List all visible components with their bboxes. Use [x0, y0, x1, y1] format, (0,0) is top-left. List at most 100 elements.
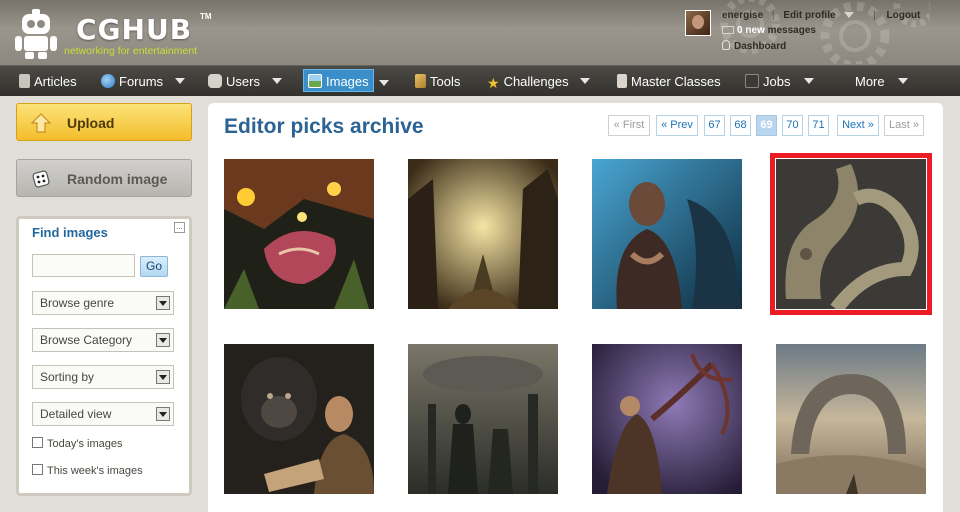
- image-thumbnail[interactable]: [592, 159, 742, 309]
- nav-master-classes[interactable]: Master Classes: [617, 70, 721, 93]
- briefcase-icon: [745, 74, 759, 88]
- random-image-button[interactable]: Random image: [16, 159, 192, 197]
- dashboard-link[interactable]: Dashboard: [722, 40, 786, 52]
- messages-link[interactable]: 0 new messages: [722, 25, 816, 36]
- image-thumbnail[interactable]: [776, 344, 926, 494]
- tools-icon: [415, 74, 426, 88]
- nav-label: Articles: [34, 74, 77, 89]
- username-link[interactable]: energise: [722, 10, 763, 21]
- chevron-down-icon[interactable]: [844, 12, 855, 18]
- nav-label: Master Classes: [631, 74, 721, 89]
- user-panel: energise | Edit profile | Logout 0 new m…: [685, 10, 955, 58]
- envelope-icon: [722, 26, 734, 34]
- mage-tentacle-artwork: [592, 344, 742, 494]
- nav-label: Tools: [430, 74, 461, 89]
- nav-users[interactable]: Users: [208, 70, 282, 93]
- upload-arrow-icon: [31, 113, 51, 133]
- warrior-woman-artwork: [592, 159, 742, 309]
- this-weeks-images-option: This week's images: [32, 464, 143, 477]
- chevron-down-icon[interactable]: [271, 78, 282, 84]
- nav-articles[interactable]: Articles: [19, 70, 77, 93]
- image-thumbnail[interactable]: [224, 344, 374, 494]
- upload-button[interactable]: Upload: [16, 103, 192, 141]
- sorting-select-value: Sorting by: [40, 370, 95, 384]
- nav-more[interactable]: More: [855, 70, 909, 93]
- page-link[interactable]: 71: [808, 115, 829, 136]
- chevron-down-icon[interactable]: [174, 78, 185, 84]
- dropdown-arrow-icon[interactable]: [156, 370, 170, 384]
- globe-icon: [101, 74, 115, 88]
- chevron-down-icon[interactable]: [379, 80, 389, 86]
- logo-tagline: networking for entertainment: [64, 45, 198, 57]
- dice-icon: [32, 170, 50, 188]
- nav-challenges[interactable]: ★ Challenges: [487, 70, 591, 93]
- image-icon: [308, 74, 322, 88]
- articles-icon: [19, 74, 30, 88]
- dropdown-arrow-icon[interactable]: [156, 296, 170, 310]
- nav-label: Jobs: [763, 74, 791, 89]
- image-thumbnail[interactable]: [408, 159, 558, 309]
- avatar[interactable]: [685, 10, 711, 36]
- find-images-title: Find images: [32, 225, 108, 240]
- nav-label: Forums: [119, 74, 164, 89]
- image-thumbnail[interactable]: [408, 344, 558, 494]
- image-thumbnail[interactable]: [592, 344, 742, 494]
- nav-images[interactable]: Images: [303, 69, 374, 92]
- sorting-select[interactable]: Sorting by: [32, 365, 174, 389]
- page-title: Editor picks archive: [224, 115, 424, 138]
- main-nav: Articles Forums Users Images Tools ★ Chal…: [0, 65, 960, 96]
- dropdown-arrow-icon[interactable]: [156, 333, 170, 347]
- nav-label: Images: [326, 74, 369, 89]
- category-select[interactable]: Browse Category: [32, 328, 174, 352]
- page-link[interactable]: 67: [704, 115, 725, 136]
- next-page-link[interactable]: Next »: [837, 115, 879, 136]
- nav-forums[interactable]: Forums: [101, 70, 185, 93]
- robot-icon: [208, 74, 222, 88]
- page-link[interactable]: 70: [782, 115, 803, 136]
- gorilla-scholar-artwork: [224, 344, 374, 494]
- messages-count: 0 new: [737, 25, 765, 36]
- site-logo[interactable]: CGHUB TM networking for entertainment: [14, 9, 224, 61]
- search-input[interactable]: [32, 254, 135, 277]
- prev-page-link[interactable]: « Prev: [656, 115, 698, 136]
- fantasy-creature-artwork: [224, 159, 374, 309]
- this-weeks-images-label: This week's images: [47, 465, 143, 477]
- genre-select[interactable]: Browse genre: [32, 291, 174, 315]
- ruined-city-artwork: [408, 159, 558, 309]
- image-thumbnail[interactable]: [224, 159, 374, 309]
- chevron-down-icon[interactable]: [898, 78, 909, 84]
- messages-label: messages: [767, 25, 816, 36]
- genre-select-value: Browse genre: [40, 296, 115, 310]
- upload-label: Upload: [67, 115, 115, 131]
- chevron-down-icon[interactable]: [580, 78, 591, 84]
- nav-jobs[interactable]: Jobs: [745, 70, 815, 93]
- nav-tools[interactable]: Tools: [415, 70, 460, 93]
- image-thumbnail-selected[interactable]: [770, 153, 932, 315]
- separator: |: [873, 10, 876, 21]
- nav-label: Challenges: [503, 74, 569, 89]
- logout-link[interactable]: Logout: [887, 10, 921, 21]
- view-select[interactable]: Detailed view: [32, 402, 174, 426]
- last-page-link[interactable]: Last »: [884, 115, 924, 136]
- nav-label: More: [855, 74, 885, 89]
- todays-images-label: Today's images: [47, 438, 123, 450]
- this-weeks-images-checkbox[interactable]: [32, 464, 43, 475]
- masterclass-icon: [617, 74, 627, 88]
- collapse-icon[interactable]: ...: [174, 222, 185, 233]
- futuristic-city-artwork: [408, 344, 558, 494]
- random-image-label: Random image: [67, 171, 168, 187]
- chevron-down-icon[interactable]: [804, 78, 815, 84]
- star-icon: ★: [487, 75, 500, 91]
- sculpted-creature-artwork: [776, 159, 926, 309]
- view-select-value: Detailed view: [40, 407, 112, 421]
- dropdown-arrow-icon[interactable]: [156, 407, 170, 421]
- todays-images-checkbox[interactable]: [32, 437, 43, 448]
- edit-profile-link[interactable]: Edit profile: [783, 10, 835, 21]
- separator: |: [771, 10, 775, 21]
- todays-images-option: Today's images: [32, 437, 122, 450]
- first-page-link[interactable]: « First: [608, 115, 650, 136]
- page-link[interactable]: 68: [730, 115, 751, 136]
- find-images-panel: Find images ... Go Browse genre Browse C…: [16, 216, 192, 496]
- user-links: energise | Edit profile | Logout: [722, 10, 920, 21]
- go-button[interactable]: Go: [140, 256, 168, 277]
